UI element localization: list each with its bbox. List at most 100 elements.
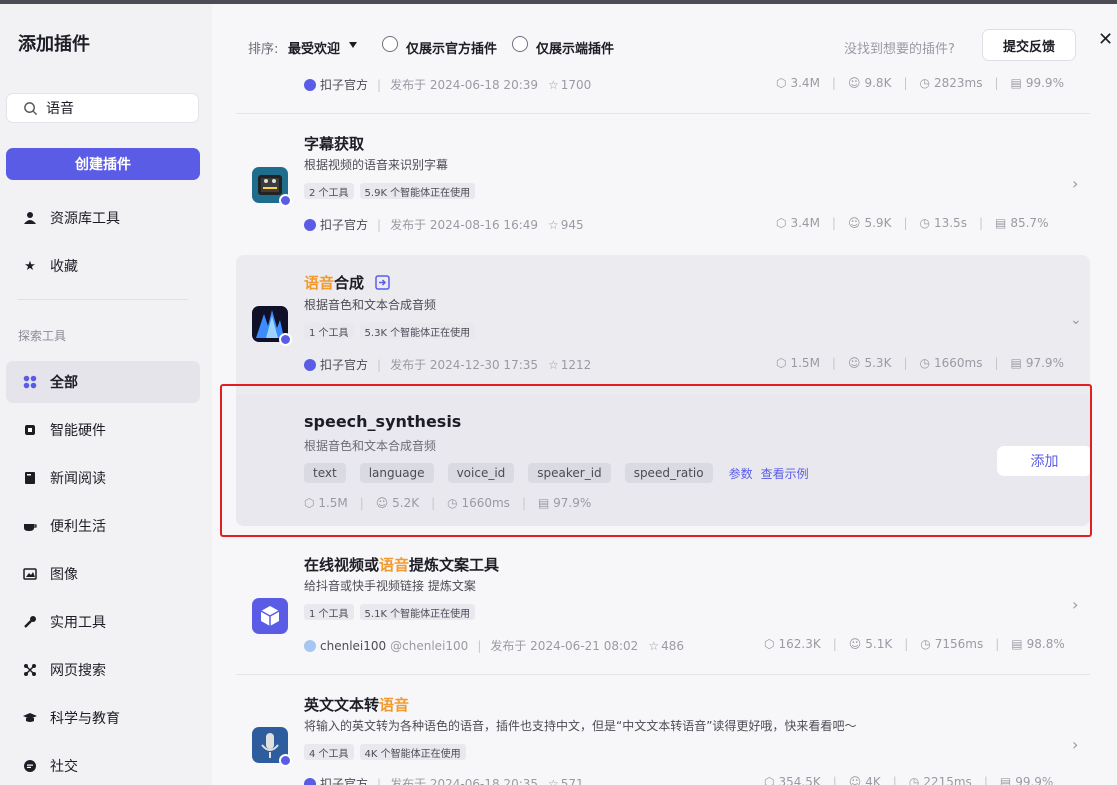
speech-synthesis-plugin-logo: [252, 306, 292, 346]
card-author: 扣子官方: [320, 78, 369, 92]
sidebar-item-favorites[interactable]: ★ 收藏: [6, 245, 200, 287]
card-divider: [236, 674, 1090, 675]
search-value: 语音: [46, 101, 74, 117]
submit-feedback-button[interactable]: 提交反馈: [982, 29, 1076, 61]
sidebar-item-label: 智能硬件: [50, 423, 106, 439]
official-badge-icon: [304, 777, 316, 785]
official-badge-icon: [304, 358, 316, 371]
official-badge-icon: [279, 333, 292, 346]
card-stats: ⬡ 354.5K | ☺ 4K | ◷ 2215ms | ▤ 99.9%: [764, 775, 1053, 785]
sidebar-item-science-education[interactable]: 科学与教育: [6, 697, 200, 739]
card-title[interactable]: 在线视频或语音提炼文案工具: [304, 554, 499, 575]
bot-icon: ☺: [848, 637, 862, 651]
sidebar-item-image[interactable]: 图像: [6, 553, 200, 595]
card-author-handle: @chenlei100: [390, 638, 469, 653]
selection-highlight-box: [220, 384, 1092, 537]
card-meta: 扣子官方 | 发布于 2024-12-30 17:35 ☆ 1212: [304, 356, 591, 373]
sidebar-item-all[interactable]: 全部: [6, 361, 200, 403]
english-tts-plugin-logo: [252, 727, 292, 767]
card-author: chenlei100: [320, 638, 387, 653]
sidebar-item-convenient-life[interactable]: 便利生活: [6, 505, 200, 547]
usage-count-tag: 5.3K 个智能体正在使用: [359, 323, 476, 339]
success-rate-icon: ▤: [1010, 356, 1022, 370]
star-outline-icon: ☆: [548, 776, 559, 785]
card-meta: chenlei100 @chenlei100 | 发布于 2024-06-21 …: [304, 637, 684, 654]
create-plugin-button[interactable]: 创建插件: [6, 148, 200, 180]
card-published: 发布于 2024-06-18 20:35: [390, 777, 539, 785]
card-tags: 1 个工具 5.3K 个智能体正在使用: [304, 323, 476, 339]
cube-icon: ⬡: [764, 637, 775, 651]
sidebar-item-label: 收藏: [50, 259, 78, 275]
chevron-down-icon[interactable]: ⌄: [1070, 312, 1082, 328]
cube-icon: ⬡: [764, 775, 775, 785]
success-rate-icon: ▤: [1011, 637, 1023, 651]
card-title[interactable]: 英文文本转语音: [304, 694, 409, 715]
card-stars: 945: [560, 217, 584, 232]
card-stars: 1700: [560, 77, 592, 92]
usage-count-tag: 4K 个智能体正在使用: [359, 744, 466, 760]
cube-icon: ⬡: [776, 76, 787, 90]
sidebar-item-label: 便利生活: [50, 519, 106, 535]
wrench-icon: [22, 614, 38, 630]
sidebar-item-news-reading[interactable]: 新闻阅读: [6, 457, 200, 499]
official-badge-icon: [279, 194, 292, 207]
official-badge-icon: [279, 754, 292, 767]
star-outline-icon: ☆: [548, 217, 559, 232]
sidebar-item-web-search[interactable]: 网页搜索: [6, 649, 200, 691]
feedback-hint: 没找到想要的插件?: [844, 42, 955, 57]
sidebar-item-library-tools[interactable]: 资源库工具: [6, 197, 200, 239]
card-tags: 1 个工具 5.1K 个智能体正在使用: [304, 604, 476, 620]
person-icon: [22, 210, 38, 226]
sidebar-item-label: 图像: [50, 567, 78, 583]
sidebar-item-social[interactable]: 社交: [6, 745, 200, 785]
sidebar-item-label: 实用工具: [50, 615, 106, 631]
search-icon: [24, 101, 38, 115]
card-title[interactable]: 语音合成: [304, 272, 391, 293]
chevron-right-icon[interactable]: ›: [1072, 595, 1078, 614]
card-stars: 486: [661, 638, 684, 653]
bot-icon: ☺: [847, 356, 861, 370]
card-stats: ⬡ 3.4M | ☺ 9.8K | ◷ 2823ms | ▤ 99.9%: [776, 76, 1064, 90]
subtitle-plugin-logo: [252, 167, 292, 207]
edge-only-radio[interactable]: [512, 36, 528, 52]
tool-count-tag: 1 个工具: [304, 323, 354, 339]
card-author: 扣子官方: [320, 218, 369, 232]
tool-count-tag: 1 个工具: [304, 604, 354, 620]
card-title[interactable]: 字幕获取: [304, 133, 364, 154]
edge-only-label[interactable]: 仅展示端插件: [536, 38, 614, 57]
clock-icon: ◷: [920, 637, 931, 651]
card-description: 给抖音或快手视频链接 提炼文案: [304, 579, 476, 593]
usage-count-tag: 5.1K 个智能体正在使用: [359, 604, 476, 620]
card-stats: ⬡ 1.5M | ☺ 5.3K | ◷ 1660ms | ▤ 97.9%: [776, 356, 1064, 370]
sidebar-section-label: 探索工具: [18, 329, 67, 343]
sidebar-item-label: 资源库工具: [50, 211, 120, 227]
sidebar-item-smart-hardware[interactable]: 智能硬件: [6, 409, 200, 451]
official-badge-icon: [304, 218, 316, 231]
official-only-label[interactable]: 仅展示官方插件: [406, 38, 497, 57]
search-input[interactable]: 语音: [6, 93, 199, 123]
card-meta: 扣子官方 | 发布于 2024-08-16 16:49 ☆ 945: [304, 216, 584, 233]
grid-icon: [22, 374, 38, 390]
official-only-radio[interactable]: [382, 36, 398, 52]
sidebar: 添加插件 语音 创建插件 资源库工具 ★ 收藏 探索工具 全部 智能硬件 新闻阅…: [0, 4, 212, 785]
sidebar-item-utility-tools[interactable]: 实用工具: [6, 601, 200, 643]
image-icon: [22, 566, 38, 582]
card-published: 发布于 2024-12-30 17:35: [390, 358, 539, 372]
caret-down-icon[interactable]: [349, 42, 357, 48]
clock-icon: ◷: [908, 775, 920, 785]
filter-toolbar: 排序: 最受欢迎 仅展示官方插件 仅展示端插件 没找到想要的插件? 提交反馈 ✕: [212, 4, 1117, 61]
tool-count-tag: 2 个工具: [304, 183, 354, 199]
clock-icon: ◷: [919, 216, 930, 230]
import-icon[interactable]: [375, 275, 391, 290]
card-stars: 1212: [560, 357, 592, 372]
sort-label: 排序:: [248, 42, 279, 57]
close-icon[interactable]: ✕: [1098, 29, 1113, 50]
plugin-list-panel: 扣子官方 | 发布于 2024-06-18 20:39 ☆ 1700 ⬡ 3.4M…: [212, 4, 1117, 785]
sidebar-item-label: 网页搜索: [50, 663, 106, 679]
card-author: 扣子官方: [320, 777, 369, 785]
chevron-right-icon[interactable]: ›: [1072, 735, 1078, 754]
chevron-right-icon[interactable]: ›: [1072, 174, 1078, 193]
sort-dropdown[interactable]: 最受欢迎: [288, 38, 340, 57]
success-rate-icon: ▤: [995, 216, 1007, 230]
clock-icon: ◷: [919, 76, 930, 90]
